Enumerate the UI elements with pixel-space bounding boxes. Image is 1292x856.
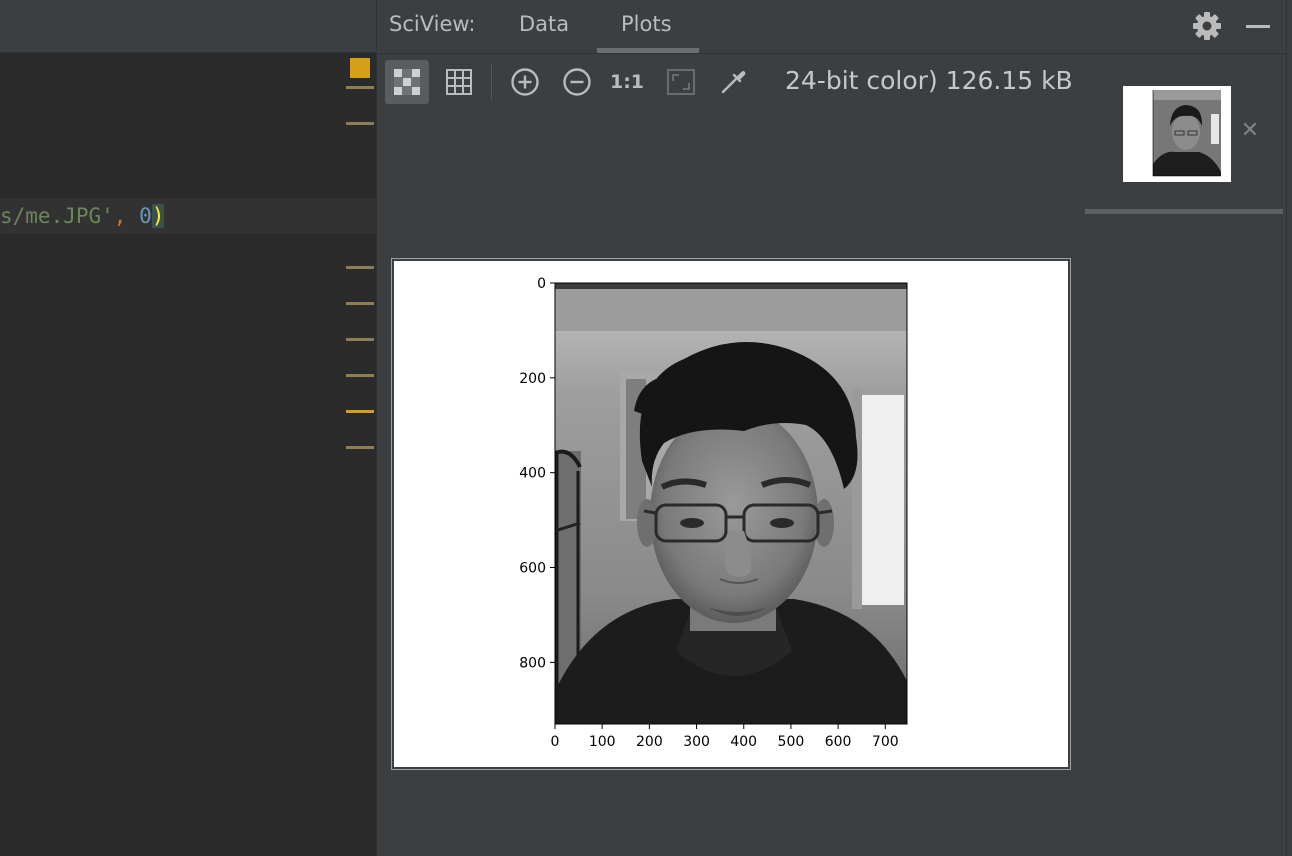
stripe-marker[interactable] (346, 374, 374, 377)
current-code-line[interactable]: s/me.JPG', 0) (0, 198, 376, 234)
y-tick-label: 0 (537, 276, 546, 292)
stripe-marker-warning[interactable] (346, 410, 374, 413)
stripe-marker[interactable] (346, 338, 374, 341)
fit-zoom-icon[interactable] (659, 60, 703, 104)
close-icon[interactable]: ✕ (1239, 120, 1261, 142)
tab-data[interactable]: Data (519, 12, 569, 36)
y-tick-label: 200 (519, 371, 546, 387)
y-tick-label: 800 (519, 655, 546, 671)
code-close-paren: ) (151, 204, 165, 228)
zoom-in-icon[interactable] (503, 60, 547, 104)
minimize-icon[interactable] (1246, 25, 1270, 28)
chessboard-icon[interactable] (385, 60, 429, 104)
y-tick-label: 600 (519, 561, 546, 577)
y-axis: 0 200 400 600 800 (519, 276, 555, 671)
x-tick-label: 500 (778, 734, 805, 750)
plot-frame[interactable]: 0 100 200 300 400 500 600 700 0 200 400 600 800 (391, 258, 1071, 770)
ide-window: s/me.JPG', 0) SciView: Data Plots 1:1 24… (0, 0, 1292, 856)
x-tick-label: 300 (683, 734, 710, 750)
inspection-status-indicator[interactable] (350, 58, 370, 78)
code-string-literal: s/me.JPG' (0, 204, 114, 228)
image-plot: 0 100 200 300 400 500 600 700 0 200 400 600 800 (519, 276, 908, 750)
selected-tab-indicator (597, 48, 699, 53)
code-number-literal: 0 (139, 204, 152, 228)
error-stripe[interactable] (342, 0, 376, 856)
y-tick-label: 400 (519, 466, 546, 482)
stripe-marker[interactable] (346, 266, 374, 269)
stripe-marker[interactable] (346, 446, 374, 449)
x-tick-label: 200 (636, 734, 663, 750)
x-tick-label: 700 (872, 734, 899, 750)
code-editor[interactable]: s/me.JPG', 0) (0, 0, 376, 856)
x-tick-label: 400 (730, 734, 757, 750)
x-tick-label: 0 (551, 734, 560, 750)
stripe-marker[interactable] (346, 302, 374, 305)
sciview-tab-bar: SciView: Data Plots (377, 0, 1292, 54)
editor-tab-strip (0, 0, 376, 53)
stripe-marker[interactable] (346, 122, 374, 125)
x-tick-label: 600 (825, 734, 852, 750)
panel-right-edge (1286, 0, 1292, 856)
sciview-title: SciView: (389, 12, 476, 36)
one-to-one-icon[interactable]: 1:1 (605, 60, 649, 104)
grid-icon[interactable] (437, 60, 481, 104)
toolbar-separator (491, 64, 492, 100)
x-tick-label: 100 (589, 734, 616, 750)
zoom-out-icon[interactable] (555, 60, 599, 104)
plot-thumbnail[interactable] (1123, 86, 1231, 182)
tab-plots[interactable]: Plots (621, 12, 672, 36)
code-comma: , (113, 204, 127, 228)
gear-icon[interactable] (1191, 10, 1223, 42)
grayscale-photo (555, 283, 907, 724)
image-info-text: 24-bit color) 126.15 kB (785, 66, 1073, 95)
stripe-marker[interactable] (346, 86, 374, 89)
actual-size-label: 1:1 (609, 71, 645, 93)
eyedropper-icon[interactable] (711, 60, 755, 104)
plot-canvas: 0 100 200 300 400 500 600 700 0 200 400 600 800 (394, 261, 1068, 767)
x-axis: 0 100 200 300 400 500 600 700 (551, 724, 899, 750)
thumbnails-scrollbar[interactable] (1085, 209, 1283, 214)
sciview-panel: SciView: Data Plots 1:1 24-bit color) 12… (376, 0, 1292, 856)
